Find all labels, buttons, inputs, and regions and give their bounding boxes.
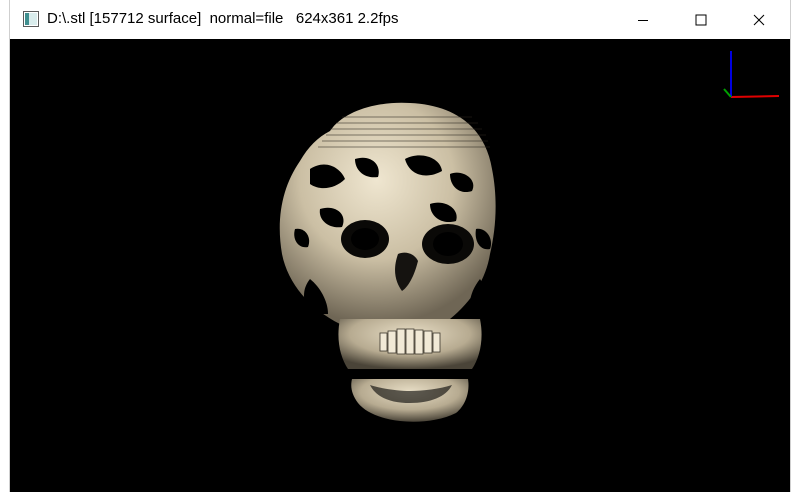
app-window: D:\.stl [157712 surface] normal=file 624…: [10, 0, 790, 492]
maximize-icon: [695, 14, 707, 25]
minimize-icon: [638, 19, 648, 21]
maximize-button[interactable]: [672, 0, 730, 39]
3d-viewport[interactable]: [10, 39, 790, 492]
window-title: D:\.stl [157712 surface] normal=file 624…: [47, 10, 399, 27]
bottom-strip: [0, 492, 800, 500]
x-axis: [730, 95, 780, 98]
title-bar[interactable]: D:\.stl [157712 surface] normal=file 624…: [10, 0, 790, 39]
y-axis: [723, 88, 732, 98]
app-window-icon: [23, 11, 39, 27]
minimize-button[interactable]: [614, 0, 672, 39]
render-canvas: [279, 51, 780, 422]
close-button[interactable]: [730, 0, 788, 39]
close-icon: [753, 14, 765, 25]
orientation-axes: [723, 51, 780, 98]
upper-teeth: [379, 328, 441, 355]
skull-model: [279, 102, 496, 422]
